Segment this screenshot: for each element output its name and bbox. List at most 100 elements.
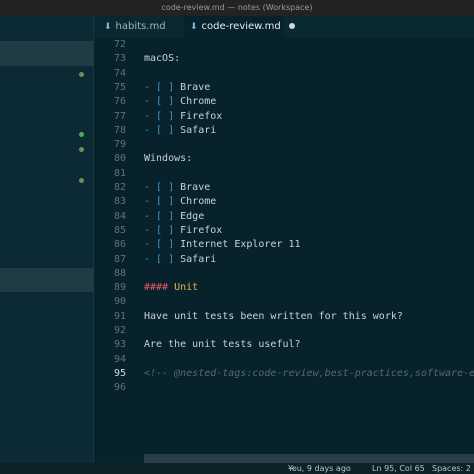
line-text: Chrome <box>174 196 217 208</box>
editor-line[interactable]: 89 #### Unit <box>94 281 474 295</box>
html-comment: <!-- @nested-tags:code-review,best-pract… <box>144 367 474 379</box>
git-added-dot <box>79 132 84 137</box>
editor-line[interactable]: 95 <!-- @nested-tags:code-review,best-pra… <box>94 367 474 381</box>
line-number: 94 <box>113 353 126 365</box>
checkbox-marker: - [ ] <box>144 253 175 265</box>
line-number: 92 <box>113 325 126 336</box>
checkbox-marker: - [ ] <box>144 210 175 222</box>
line-text: Have unit tests been written for this wo… <box>144 310 403 322</box>
checkbox-marker: - [ ] <box>144 110 175 122</box>
line-content: - [ ] Chrome <box>144 195 216 209</box>
line-number: 91 <box>113 310 126 322</box>
markdown-file-icon: ⬇ <box>104 22 112 32</box>
editor-line[interactable]: 90 <box>94 295 474 309</box>
line-content: - [ ] Safari <box>144 124 216 138</box>
line-number: 79 <box>113 139 126 151</box>
line-text: Brave <box>174 182 211 193</box>
sidebar-hover-item[interactable] <box>0 268 94 292</box>
git-modified-dot <box>79 178 84 183</box>
line-number: 82 <box>113 182 126 193</box>
editor-line[interactable]: 91 Have unit tests been written for this … <box>94 310 474 324</box>
editor-line[interactable]: 88 <box>94 267 474 281</box>
line-number: 76 <box>113 96 126 108</box>
line-number: 83 <box>113 196 126 208</box>
code-editor[interactable]: 72 73 macOS: 74 75- [ ] Brave 76- [ ] Chrome 7… <box>94 38 474 454</box>
editor-line[interactable]: 87 - [ ] Safari <box>94 253 474 267</box>
editor-line[interactable]: 73 macOS: <box>94 52 474 66</box>
line-number: 78 <box>113 124 126 136</box>
editor-line[interactable]: 93 Are the unit tests useful? <box>94 338 474 352</box>
checkbox-marker: - [ ] <box>144 81 175 93</box>
line-number: 81 <box>113 167 126 179</box>
line-text: Firefox <box>174 110 223 122</box>
git-blame-text: You, 9 days ago <box>288 464 351 473</box>
editor-line[interactable]: 84 - [ ] Edge <box>94 210 474 224</box>
line-number: 88 <box>113 267 126 279</box>
line-number: 77 <box>113 110 126 122</box>
line-text: Internet Explorer 11 <box>174 239 301 251</box>
line-content: #### Unit <box>144 281 198 295</box>
line-text: Safari <box>174 253 217 265</box>
editor-line[interactable]: 77 - [ ] Firefox <box>94 110 474 124</box>
horizontal-scrollbar[interactable] <box>144 454 474 463</box>
line-number: 72 <box>113 39 126 50</box>
line-number: 74 <box>113 67 126 79</box>
heading-text: Unit <box>168 282 199 294</box>
line-number: 93 <box>113 339 126 351</box>
line-number: 95 <box>113 367 126 379</box>
editor-line[interactable]: 81 <box>94 167 474 181</box>
line-number: 85 <box>113 224 126 236</box>
line-text: Edge <box>174 210 205 222</box>
editor-line[interactable]: 92 <box>94 324 474 338</box>
heading-marker: #### <box>144 282 169 294</box>
line-content: - [ ] Firefox <box>144 110 222 124</box>
status-bar: ⊸ You, 9 days ago Ln 95, Col 65 Spaces: … <box>0 463 474 474</box>
editor-line[interactable]: 86 - [ ] Internet Explorer 11 <box>94 238 474 252</box>
checkbox-marker: - [ ] <box>144 196 175 208</box>
checkbox-marker: - [ ] <box>144 224 175 236</box>
line-number: 87 <box>113 253 126 265</box>
checkbox-marker: - [ ] <box>144 124 175 136</box>
line-number: 80 <box>113 153 126 165</box>
cursor-position[interactable]: Ln 95, Col 65 <box>372 463 425 474</box>
line-number: 90 <box>113 296 126 308</box>
line-content: - [ ] Brave <box>144 81 210 95</box>
editor-line[interactable]: 74 <box>94 67 474 81</box>
editor-line[interactable]: 96 <box>94 381 474 395</box>
editor-line[interactable]: 85 - [ ] Firefox <box>94 224 474 238</box>
line-number: 89 <box>113 282 126 294</box>
line-content: - [ ] Brave <box>144 181 210 195</box>
sidebar-selected-item[interactable] <box>0 41 94 66</box>
editor-line[interactable]: 82 - [ ] Brave <box>94 181 474 195</box>
git-modified-dot <box>79 72 84 77</box>
checkbox-marker: - [ ] <box>144 239 175 251</box>
editor-line[interactable]: 83 - [ ] Chrome <box>94 195 474 209</box>
line-content: Have unit tests been written for this wo… <box>144 310 403 324</box>
editor-line[interactable]: 75 - [ ] Brave <box>94 81 474 95</box>
line-content: macOS: <box>144 52 180 66</box>
editor-line[interactable]: 72 <box>94 38 474 52</box>
line-text: Safari <box>174 124 217 136</box>
editor-line[interactable]: 79 <box>94 138 474 152</box>
line-content: - [ ] Edge <box>144 210 204 224</box>
line-number: 96 <box>113 382 126 394</box>
indentation-setting[interactable]: Spaces: 2 <box>432 463 471 474</box>
line-content: - [ ] Firefox <box>144 224 222 238</box>
line-text: Firefox <box>174 224 223 236</box>
line-content: <!-- @nested-tags:code-review,best-pract… <box>144 367 474 381</box>
editor-line[interactable]: 78 - [ ] Safari <box>94 124 474 138</box>
line-text: Windows: <box>144 153 193 165</box>
tab-bar: ⬇ habits.md ⬇ code-review.md <box>94 16 474 38</box>
line-content: - [ ] Chrome <box>144 95 216 109</box>
git-modified-dot <box>79 147 84 152</box>
editor-line[interactable]: 80 Windows: <box>94 152 474 166</box>
line-text: Chrome <box>174 96 217 108</box>
window-title-bar: code-review.md — notes (Workspace) <box>0 0 474 16</box>
tab-code-review[interactable]: ⬇ code-review.md <box>184 16 295 38</box>
tab-habits[interactable]: ⬇ habits.md <box>100 16 184 38</box>
editor-line[interactable]: 76 - [ ] Chrome <box>94 95 474 109</box>
editor-line[interactable]: 94 <box>94 353 474 367</box>
tab-label: habits.md <box>115 21 166 32</box>
unsaved-dot-icon[interactable] <box>288 23 295 29</box>
checkbox-marker: - [ ] <box>144 182 175 193</box>
